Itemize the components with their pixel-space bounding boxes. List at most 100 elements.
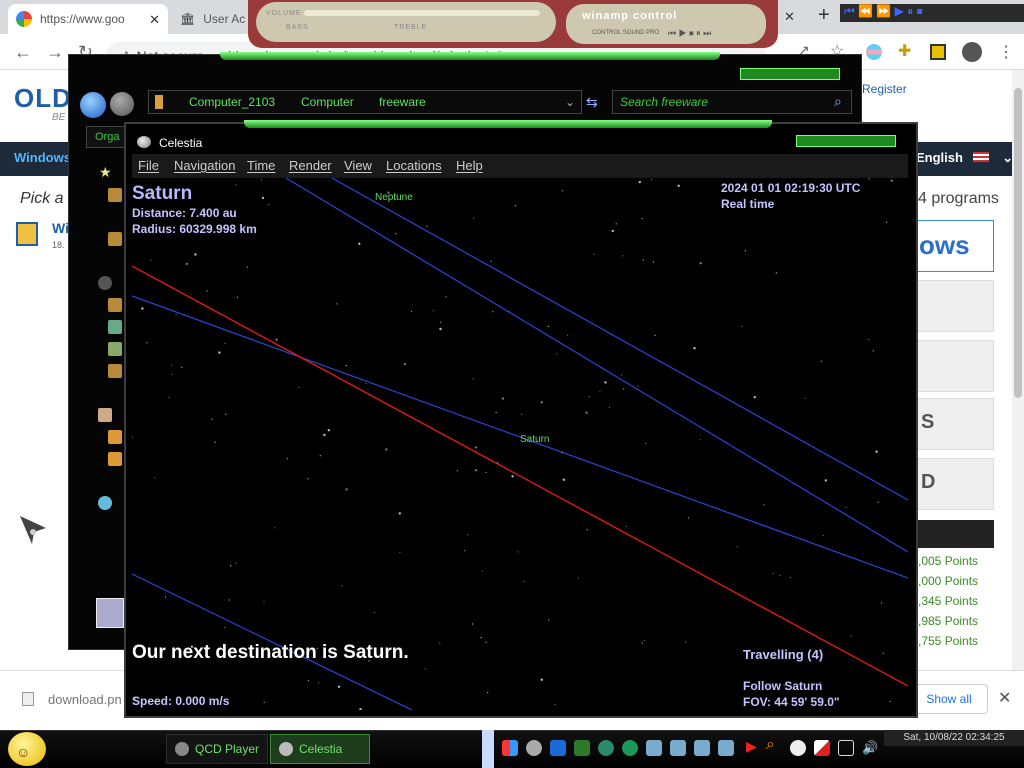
task-celestia[interactable]: Celestia — [270, 734, 370, 764]
pick-heading: Pick a — [20, 190, 64, 207]
magnifier-icon[interactable]: ⌕ — [766, 736, 775, 754]
windows-banner[interactable]: ows — [908, 220, 994, 272]
chevron-down-icon[interactable]: ⌄ — [565, 95, 575, 109]
folder-icon[interactable] — [108, 342, 122, 356]
library-icon[interactable] — [98, 276, 112, 290]
forward-button[interactable] — [110, 92, 134, 116]
side-box-1[interactable] — [908, 280, 994, 332]
download-file-name[interactable]: download.pn — [48, 692, 122, 707]
folder-icon[interactable] — [108, 232, 122, 246]
star — [263, 600, 265, 603]
network-icon[interactable] — [838, 740, 854, 756]
menu-render[interactable]: Render — [289, 158, 332, 173]
back-arrow-icon[interactable]: ← — [14, 42, 32, 63]
tray-app-icon[interactable] — [670, 740, 686, 756]
app-item-title[interactable]: Wi — [52, 220, 69, 236]
tray-app-icon[interactable] — [718, 740, 734, 756]
profile-avatar-icon[interactable] — [962, 42, 982, 62]
tray-app-icon[interactable] — [598, 740, 614, 756]
folder-icon[interactable] — [108, 364, 122, 378]
star — [345, 488, 348, 491]
points-entry: ,755 Points — [918, 634, 979, 648]
menu-view[interactable]: View — [344, 158, 372, 173]
side-box-4[interactable]: D — [908, 458, 994, 510]
tray-app-icon[interactable] — [574, 740, 590, 756]
neptune-label[interactable]: Neptune — [375, 192, 413, 203]
close-icon[interactable]: ✕ — [784, 9, 795, 25]
media-controls[interactable]: ⏮ ⏪ ⏩ ▶ ⏸ ⏹ — [840, 4, 1024, 22]
back-button[interactable] — [80, 92, 106, 118]
tray-app-icon[interactable] — [790, 740, 806, 756]
network-icon[interactable] — [98, 496, 112, 510]
play-icon[interactable]: ▶ — [746, 738, 757, 755]
winamp-sliders[interactable] — [256, 2, 556, 42]
volume-label: VOLUME — [266, 10, 302, 17]
task-qcd-player[interactable]: QCD Player — [166, 734, 268, 764]
language-selector[interactable]: English ⌄ — [916, 150, 1013, 166]
star — [175, 314, 177, 316]
browser-tab-google[interactable]: https://www.goo ✕ — [8, 4, 168, 34]
breadcrumb-item[interactable]: freeware — [379, 95, 426, 109]
search-icon[interactable]: ⌕ — [834, 93, 842, 110]
menu-file[interactable]: File — [138, 158, 159, 173]
tray-app-icon[interactable] — [814, 740, 830, 756]
explorer-window-controls[interactable] — [740, 68, 840, 80]
star — [868, 338, 870, 341]
volume-slider[interactable] — [304, 10, 540, 16]
breadcrumb[interactable]: Computer_2103 Computer freeware ⌄ — [148, 90, 582, 114]
star — [403, 363, 407, 366]
menu-help[interactable]: Help — [456, 158, 483, 173]
folder-icon[interactable] — [108, 188, 122, 202]
menu-navigation[interactable]: Navigation — [174, 158, 235, 173]
menu-dots-icon[interactable]: ⋮ — [998, 42, 1014, 62]
page-scrollbar-thumb[interactable] — [1014, 88, 1022, 398]
star — [399, 551, 401, 553]
window-controls[interactable] — [796, 135, 896, 147]
close-icon[interactable]: ✕ — [149, 12, 160, 28]
winzip-icon[interactable] — [16, 222, 38, 246]
breadcrumb-item[interactable]: Computer — [301, 95, 354, 109]
nav-windows-link[interactable]: Windows — [14, 150, 71, 165]
site-logo[interactable]: OLD — [14, 83, 72, 114]
drive-icon[interactable] — [108, 430, 122, 444]
close-icon[interactable]: ✕ — [998, 688, 1011, 708]
show-all-button[interactable]: Show all — [910, 684, 988, 714]
star — [684, 641, 687, 643]
extension-flag-icon[interactable] — [866, 44, 882, 60]
tray-app-icon[interactable] — [526, 740, 542, 756]
folder-icon[interactable] — [108, 320, 122, 334]
drive-icon[interactable] — [108, 452, 122, 466]
winamp-transport-buttons[interactable]: ⏮ ▶ ⏹ ⏸ ⏭ — [668, 28, 711, 39]
explorer-search-placeholder: Search freeware — [620, 95, 709, 109]
browser-tab-user-accounts[interactable]: 🏛 User Ac — [172, 4, 252, 34]
star — [164, 596, 167, 598]
register-link[interactable]: Register — [862, 82, 907, 96]
tray-app-icon[interactable] — [550, 740, 566, 756]
taskbar-scroll[interactable] — [482, 730, 494, 768]
folder-icon[interactable] — [108, 298, 122, 312]
favorites-star-icon[interactable]: ★ — [99, 164, 112, 181]
puzzle-icon[interactable]: ✚ — [898, 41, 911, 61]
tray-app-icon[interactable] — [502, 740, 518, 756]
homegroup-icon[interactable] — [98, 408, 112, 422]
star — [146, 342, 148, 344]
new-tab-icon[interactable]: + — [818, 4, 830, 27]
menu-time[interactable]: Time — [247, 158, 275, 173]
menu-locations[interactable]: Locations — [386, 158, 442, 173]
taskbar-clock[interactable]: Sat, 10/08/22 02:34:25 — [884, 730, 1024, 746]
sidebar-icon[interactable] — [930, 44, 946, 60]
side-box-3[interactable]: S — [908, 398, 994, 450]
star — [875, 450, 878, 453]
tray-app-icon[interactable] — [694, 740, 710, 756]
breadcrumb-item[interactable]: Computer_2103 — [189, 95, 275, 109]
saturn-label[interactable]: Saturn — [520, 434, 549, 445]
speed-readout: Speed: 0.000 m/s — [132, 694, 230, 708]
forward-arrow-icon[interactable]: → — [46, 42, 64, 63]
simulation-datetime: 2024 01 01 02:19:30 UTC — [721, 181, 861, 195]
refresh-icon[interactable]: ⇆ — [586, 94, 598, 111]
star — [637, 385, 639, 387]
speaker-icon[interactable]: 🔊 — [862, 740, 878, 756]
tray-app-icon[interactable] — [622, 740, 638, 756]
tray-app-icon[interactable] — [646, 740, 662, 756]
side-box-2[interactable] — [908, 340, 994, 392]
